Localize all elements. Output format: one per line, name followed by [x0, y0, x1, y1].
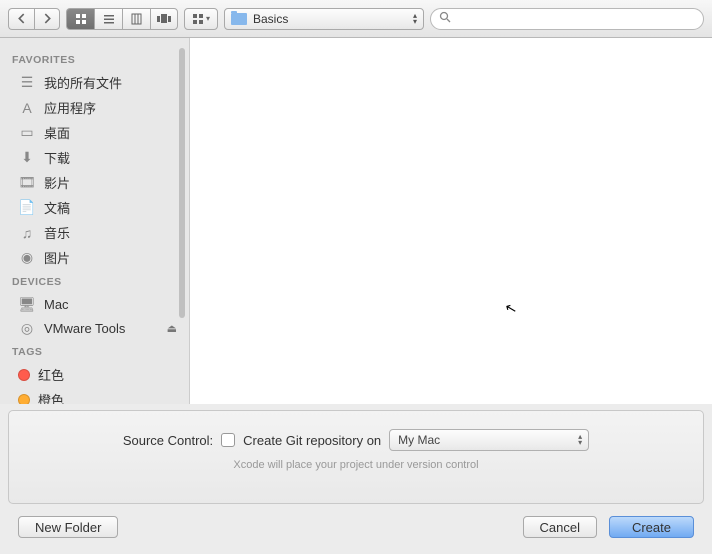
sidebar-item-label: Mac [44, 297, 69, 312]
sidebar-item-label: 文稿 [44, 198, 70, 217]
folder-icon [231, 13, 247, 25]
search-icon [439, 11, 451, 26]
view-mode-group [66, 8, 178, 30]
sidebar-item-desktop[interactable]: ▭ 桌面 [0, 120, 189, 145]
cursor-icon: ↖ [503, 299, 519, 318]
downloads-icon: ⬇ [18, 149, 36, 167]
sidebar-item-tag-red[interactable]: 红色 [0, 362, 189, 387]
desktop-icon: ▭ [18, 124, 36, 142]
sidebar-item-vmware[interactable]: ◎ VMware Tools ⏏ [0, 316, 189, 340]
new-folder-button[interactable]: New Folder [18, 516, 118, 538]
grid-icon [75, 13, 87, 25]
git-location-select[interactable]: My Mac ▴▾ [389, 429, 589, 451]
movies-icon: 🎞 [18, 174, 36, 192]
git-location-value: My Mac [398, 433, 440, 447]
toolbar: ▾ Basics ▴▾ [0, 0, 712, 38]
sidebar-item-music[interactable]: ♫ 音乐 [0, 220, 189, 245]
sidebar-item-documents[interactable]: 📄 文稿 [0, 195, 189, 220]
coverflow-view-button[interactable] [150, 8, 178, 30]
sidebar: FAVORITES ☰我的所有文件 A应用程序 ▭桌面 ⬇下载 🎞影片 📄文稿 … [0, 38, 190, 404]
favorites-header: FAVORITES [0, 48, 189, 70]
search-field-wrapper [430, 8, 704, 30]
updown-icon: ▴▾ [413, 13, 417, 25]
pictures-icon: ◉ [18, 249, 36, 267]
music-icon: ♫ [18, 224, 36, 242]
list-view-button[interactable] [94, 8, 122, 30]
all-files-icon: ☰ [18, 74, 36, 92]
sidebar-item-label: 橙色 [38, 390, 64, 404]
options-hint: Xcode will place your project under vers… [29, 459, 683, 471]
tag-dot-icon [18, 369, 30, 381]
sidebar-item-movies[interactable]: 🎞 影片 [0, 170, 189, 195]
documents-icon: 📄 [18, 199, 36, 217]
sidebar-item-label: 下载 [44, 148, 70, 167]
column-view-button[interactable] [122, 8, 150, 30]
scrollbar[interactable] [179, 48, 187, 404]
disc-icon: ◎ [18, 319, 36, 337]
grouping-button[interactable]: ▾ [184, 8, 218, 30]
sidebar-item-mac[interactable]: 🖥 Mac [0, 292, 189, 316]
back-button[interactable] [8, 8, 34, 30]
cancel-button[interactable]: Cancel [523, 516, 597, 538]
applications-icon: A [18, 99, 36, 117]
tag-dot-icon [18, 394, 30, 405]
coverflow-icon [157, 13, 171, 25]
sidebar-item-label: 我的所有文件 [44, 73, 122, 92]
sidebar-item-label: VMware Tools [44, 321, 125, 336]
sidebar-item-label: 应用程序 [44, 98, 96, 117]
create-button[interactable]: Create [609, 516, 694, 538]
git-checkbox[interactable] [221, 433, 235, 447]
icon-view-button[interactable] [66, 8, 94, 30]
updown-icon: ▴▾ [578, 434, 582, 446]
main-area: FAVORITES ☰我的所有文件 A应用程序 ▭桌面 ⬇下载 🎞影片 📄文稿 … [0, 38, 712, 404]
sidebar-item-tag-orange[interactable]: 橙色 [0, 387, 189, 404]
source-control-label: Source Control: [123, 433, 213, 448]
back-icon [16, 13, 27, 24]
sidebar-item-label: 红色 [38, 365, 64, 384]
file-browser-content[interactable]: ↖ [190, 38, 712, 404]
sidebar-item-label: 桌面 [44, 123, 70, 142]
list-icon [103, 13, 115, 25]
forward-button[interactable] [34, 8, 60, 30]
sidebar-item-label: 音乐 [44, 223, 70, 242]
options-panel: Source Control: Create Git repository on… [8, 410, 704, 504]
path-label: Basics [253, 12, 288, 26]
sidebar-item-downloads[interactable]: ⬇ 下载 [0, 145, 189, 170]
sidebar-item-all-files[interactable]: ☰ 我的所有文件 [0, 70, 189, 95]
chevron-down-icon: ▾ [206, 14, 210, 23]
sidebar-item-pictures[interactable]: ◉ 图片 [0, 245, 189, 270]
search-input[interactable] [455, 12, 695, 26]
eject-icon[interactable]: ⏏ [167, 322, 177, 335]
grouping-icon [192, 13, 204, 25]
sidebar-item-label: 图片 [44, 248, 70, 267]
tags-header: TAGS [0, 340, 189, 362]
devices-header: DEVICES [0, 270, 189, 292]
nav-group [8, 8, 60, 30]
git-checkbox-label: Create Git repository on [243, 433, 381, 448]
computer-icon: 🖥 [18, 295, 36, 313]
sidebar-item-label: 影片 [44, 173, 70, 192]
sidebar-item-applications[interactable]: A 应用程序 [0, 95, 189, 120]
path-selector[interactable]: Basics ▴▾ [224, 8, 424, 30]
button-bar: New Folder Cancel Create [0, 504, 712, 550]
columns-icon [131, 13, 143, 25]
forward-icon [42, 13, 53, 24]
